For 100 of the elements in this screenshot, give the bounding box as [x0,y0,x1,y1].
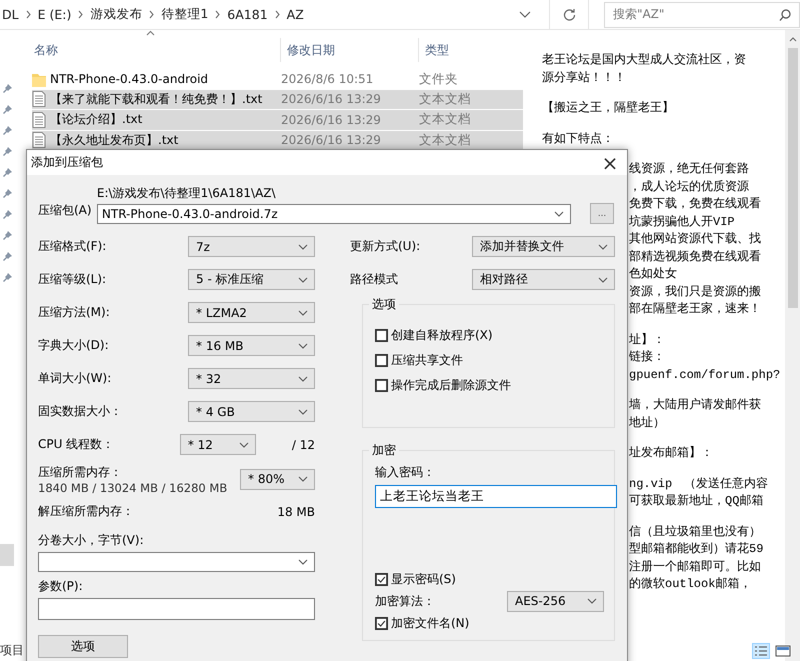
breadcrumb-item[interactable]: DL [2,7,19,22]
field-label: 单词大小(W): [38,370,112,387]
dropdown[interactable]: * 16 MB [188,335,315,356]
breadcrumb-item[interactable]: 待整理1 [161,6,208,23]
preview-text: 型邮箱都能收到）请花59 [629,541,764,558]
checkbox[interactable] [375,328,388,342]
preview-text: 坑蒙拐骗他人开VIP [629,214,735,230]
file-date: 2026/6/16 13:29 [281,133,382,148]
pin-icon[interactable] [2,272,13,283]
pin-icon[interactable] [2,146,13,157]
file-type: 文件夹 [419,70,458,88]
scroll-up-icon[interactable] [788,36,796,42]
breadcrumb-item[interactable]: AZ [286,7,304,22]
status-text: 项目 [0,642,24,659]
preview-text: 址发布邮箱】： [629,445,713,462]
dropdown[interactable]: 相对路径 [472,269,615,290]
file-type: 文本文档 [419,132,471,149]
sort-icon [146,30,155,36]
details-view-icon[interactable] [752,643,770,659]
checkbox[interactable] [375,378,388,392]
search-icon [779,8,791,20]
breadcrumb-item[interactable]: 游戏发布 [90,6,142,23]
field-label: 压缩等级(L): [38,271,106,288]
field-label: CPU 线程数： [38,436,114,453]
parameters-field[interactable] [38,598,315,620]
memory-text: 1840 MB / 13024 MB / 16280 MB [38,480,228,494]
file-type: 文本文档 [419,90,471,108]
dropdown[interactable]: 5 - 标准压缩 [188,269,315,290]
caret-icon [298,310,308,316]
dropdown[interactable]: AES-256 [507,590,604,612]
chevron-icon [214,10,222,19]
close-button[interactable]: × [593,150,627,175]
breadcrumb-item[interactable]: 6A181 [227,7,268,22]
field-label: 更新方式(U): [350,238,420,255]
pin-icon[interactable] [2,230,13,241]
file-name: 【来了就能下载和观看！纯免费！】.txt [50,90,262,108]
preview-text: 地址） [629,414,665,432]
breadcrumb-item[interactable]: E (E:) [38,7,72,22]
suffix-text: / 12 [292,438,315,452]
field-label: 路径模式 [350,271,398,288]
file-name: 【论坛介绍】.txt [50,111,142,128]
checkbox-label: 加密文件名(N) [391,614,470,632]
file-date: 2026/8/6 10:51 [281,72,374,86]
dropdown[interactable]: * 4 GB [188,401,315,422]
checkbox[interactable] [375,572,388,586]
preview-view-icon[interactable] [774,643,792,659]
preview-text: 注册一个邮箱即可。比如 [629,558,761,576]
preview-text: ng.vip （发送任意内容 [629,476,768,492]
pin-icon[interactable] [2,83,13,94]
checkbox-label: 显示密码(S) [391,570,456,588]
volume-size-field[interactable] [38,552,315,572]
field-label: 压缩格式(F): [38,238,106,255]
preview-text: 链接： [629,349,665,366]
refresh-icon[interactable] [562,8,576,21]
preview-text: 源分享站！！！ [542,70,626,86]
field-label: 输入密码： [375,464,436,481]
dropdown[interactable]: * 32 [188,368,315,389]
checkbox[interactable] [375,616,388,630]
field-label: 分卷大小，字节(V): [38,532,145,549]
preview-text: 信（且垃圾箱里也没有） [629,524,761,540]
pin-icon[interactable] [2,125,13,136]
scrollbar[interactable] [785,30,800,661]
dropdown[interactable]: 添加并替换文件 [472,236,615,257]
caret-icon [598,244,608,250]
preview-text: 老王论坛是国内大型成人交流社区，资 [542,52,746,69]
options-button[interactable]: 选项 [38,635,128,658]
file-row[interactable]: NTR-Phone-0.43.0-android 2026/8/6 10:51 文件夹 [32,69,523,90]
document-icon [32,91,46,108]
browse-button[interactable]: ... [590,203,614,224]
pin-icon[interactable] [2,167,13,178]
scroll-thumb[interactable] [788,48,798,308]
archive-name-field[interactable]: NTR-Phone-0.43.0-android.7z [96,204,572,224]
preview-text: 可获取最新地址，QQ邮箱 [629,493,764,510]
column-header[interactable]: 类型 [419,38,519,62]
value-text: 18 MB [277,504,315,518]
dropdown[interactable]: * 80% [240,468,315,490]
caret-icon [238,442,249,448]
checkbox[interactable] [375,354,388,366]
dropdown-icon[interactable] [519,10,532,18]
search-field[interactable]: 搜索"AZ" [604,2,800,28]
pin-icon[interactable] [2,209,13,220]
caret-icon [298,342,308,348]
pin-icon[interactable] [2,104,13,115]
caret-icon [298,559,308,565]
file-row[interactable]: 【来了就能下载和观看！纯免费！】.txt 2026/6/16 13:29 文本文档 [32,90,523,110]
checkbox-label: 压缩共享文件 [391,352,463,368]
file-row[interactable]: 【论坛介绍】.txt 2026/6/16 13:29 文本文档 [32,110,523,130]
column-header[interactable]: 名称 [26,38,281,62]
column-header[interactable]: 修改日期 [281,38,419,62]
preview-text: gpuenf.com/forum.php? [629,366,780,384]
dropdown[interactable]: * LZMA2 [188,302,315,323]
file-name: NTR-Phone-0.43.0-android [50,72,208,86]
field-label: 固实数据大小： [38,403,122,420]
caret-icon [298,276,308,282]
pin-icon[interactable] [2,188,13,199]
dropdown[interactable]: 7z [188,236,315,257]
dropdown[interactable]: * 12 [180,434,256,455]
pin-icon[interactable] [2,251,13,262]
chevron-icon [77,10,84,19]
password-field[interactable]: 上老王论坛当老王 [375,485,617,508]
